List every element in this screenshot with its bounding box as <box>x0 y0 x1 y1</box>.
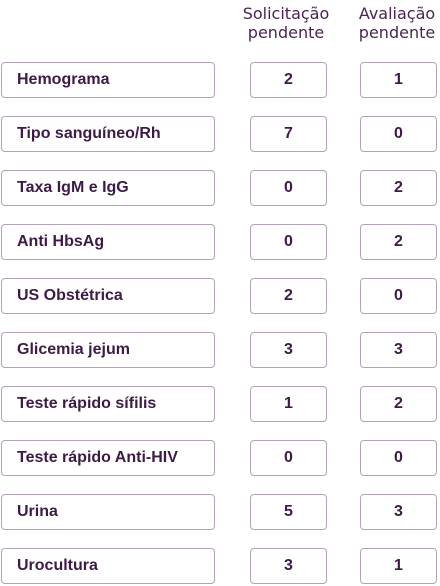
exam-name-label: Anti HbsAg <box>17 233 105 250</box>
avaliacao-count-box[interactable]: 1 <box>360 62 437 98</box>
avaliacao-count-box[interactable]: 3 <box>360 332 437 368</box>
exam-name-box[interactable]: Anti HbsAg <box>1 224 215 260</box>
solicitacao-count-box[interactable]: 0 <box>250 170 327 206</box>
header-avaliacao-line1: Avaliação <box>358 4 436 23</box>
exam-row: Teste rápido sífilis 1 2 <box>0 386 440 424</box>
exam-name-box[interactable]: Urocultura <box>1 548 215 584</box>
exam-row: Anti HbsAg 0 2 <box>0 224 440 262</box>
avaliacao-count-box[interactable]: 0 <box>360 116 437 152</box>
exam-row: US Obstétrica 2 0 <box>0 278 440 316</box>
exam-name-label: Teste rápido Anti-HIV <box>17 449 178 466</box>
exam-name-label: Teste rápido sífilis <box>17 395 157 412</box>
exam-name-box[interactable]: Urina <box>1 494 215 530</box>
exam-name-box[interactable]: Tipo sanguíneo/Rh <box>1 116 215 152</box>
solicitacao-count-box[interactable]: 5 <box>250 494 327 530</box>
header-avaliacao-line2: pendente <box>358 23 436 42</box>
solicitacao-count-box[interactable]: 0 <box>250 440 327 476</box>
exam-name-label: Urina <box>17 503 58 520</box>
avaliacao-count-box[interactable]: 3 <box>360 494 437 530</box>
exam-name-label: Urocultura <box>17 557 98 574</box>
header-avaliacao-pendente: Avaliação pendente <box>347 4 440 42</box>
avaliacao-count-box[interactable]: 2 <box>360 224 437 260</box>
exam-name-label: Tipo sanguíneo/Rh <box>17 125 161 142</box>
avaliacao-count-box[interactable]: 1 <box>360 548 437 584</box>
exam-row: Tipo sanguíneo/Rh 7 0 <box>0 116 440 154</box>
solicitacao-count-box[interactable]: 3 <box>250 548 327 584</box>
exam-name-box[interactable]: Teste rápido Anti-HIV <box>1 440 215 476</box>
exam-row: Glicemia jejum 3 3 <box>0 332 440 370</box>
exam-name-label: US Obstétrica <box>17 287 123 304</box>
exam-row: Taxa IgM e IgG 0 2 <box>0 170 440 208</box>
solicitacao-count-box[interactable]: 1 <box>250 386 327 422</box>
solicitacao-count-box[interactable]: 0 <box>250 224 327 260</box>
header-solicitacao-line2: pendente <box>247 23 325 42</box>
exam-name-box[interactable]: Glicemia jejum <box>1 332 215 368</box>
exam-name-box[interactable]: US Obstétrica <box>1 278 215 314</box>
avaliacao-count-box[interactable]: 0 <box>360 440 437 476</box>
exam-name-box[interactable]: Hemograma <box>1 62 215 98</box>
exam-row: Urocultura 3 1 <box>0 548 440 586</box>
avaliacao-count-box[interactable]: 2 <box>360 386 437 422</box>
exam-name-label: Glicemia jejum <box>17 341 130 358</box>
avaliacao-count-box[interactable]: 0 <box>360 278 437 314</box>
solicitacao-count-box[interactable]: 2 <box>250 62 327 98</box>
header-solicitacao-line1: Solicitação <box>242 4 330 23</box>
header-solicitacao-pendente: Solicitação pendente <box>236 4 336 42</box>
avaliacao-count-box[interactable]: 2 <box>360 170 437 206</box>
solicitacao-count-box[interactable]: 7 <box>250 116 327 152</box>
solicitacao-count-box[interactable]: 3 <box>250 332 327 368</box>
exam-name-label: Taxa IgM e IgG <box>17 179 129 196</box>
exam-name-box[interactable]: Teste rápido sífilis <box>1 386 215 422</box>
exam-row: Hemograma 2 1 <box>0 62 440 100</box>
solicitacao-count-box[interactable]: 2 <box>250 278 327 314</box>
exam-name-label: Hemograma <box>17 71 110 88</box>
exam-name-box[interactable]: Taxa IgM e IgG <box>1 170 215 206</box>
exam-row: Urina 5 3 <box>0 494 440 532</box>
exam-row: Teste rápido Anti-HIV 0 0 <box>0 440 440 478</box>
